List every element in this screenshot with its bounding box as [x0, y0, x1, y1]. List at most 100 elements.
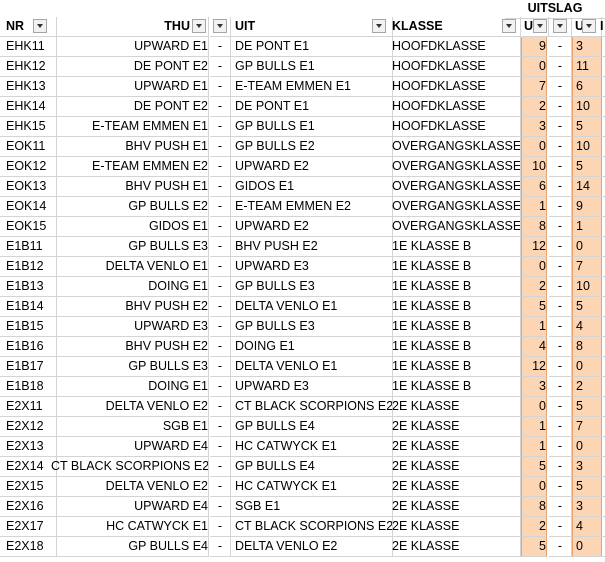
filter-dropdown-icon[interactable] [502, 19, 516, 33]
separator-cell[interactable]: - [210, 317, 231, 337]
uit-cell[interactable]: UPWARD E3 [231, 377, 393, 397]
thuis-cell[interactable]: DELTA VENLO E2 [51, 477, 209, 497]
score-home-cell[interactable]: 1 [521, 437, 547, 457]
nr-cell[interactable]: E2X16 [0, 497, 57, 517]
separator-cell[interactable]: - [210, 437, 231, 457]
nr-cell[interactable]: E1B13 [0, 277, 57, 297]
klasse-cell[interactable]: HOOFDKLASSE [389, 57, 521, 77]
score-home-cell[interactable]: 0 [521, 397, 547, 417]
klasse-cell[interactable]: 2E KLASSE [389, 397, 521, 417]
extra-cell[interactable] [600, 477, 605, 497]
score-home-cell[interactable]: 3 [521, 117, 547, 137]
klasse-cell[interactable]: HOOFDKLASSE [389, 117, 521, 137]
score-dash-cell[interactable]: - [549, 537, 572, 557]
score-away-cell[interactable]: 1 [572, 217, 602, 237]
score-home-cell[interactable]: 8 [521, 497, 547, 517]
score-away-cell[interactable]: 5 [572, 117, 602, 137]
score-home-cell[interactable]: 2 [521, 97, 547, 117]
score-dash-cell[interactable]: - [549, 57, 572, 77]
extra-cell[interactable] [600, 337, 605, 357]
thuis-cell[interactable]: GIDOS E1 [51, 217, 209, 237]
score-home-cell[interactable]: 9 [521, 37, 547, 57]
uit-cell[interactable]: GP BULLS E4 [231, 417, 393, 437]
nr-cell[interactable]: E2X13 [0, 437, 57, 457]
score-home-cell[interactable]: 0 [521, 257, 547, 277]
score-dash-cell[interactable]: - [549, 517, 572, 537]
separator-cell[interactable]: - [210, 357, 231, 377]
score-dash-cell[interactable]: - [549, 277, 572, 297]
score-dash-cell[interactable]: - [549, 417, 572, 437]
uit-cell[interactable]: UPWARD E2 [231, 217, 393, 237]
thuis-cell[interactable]: UPWARD E1 [51, 77, 209, 97]
nr-cell[interactable]: E2X18 [0, 537, 57, 557]
score-home-cell[interactable]: 0 [521, 477, 547, 497]
klasse-cell[interactable]: 2E KLASSE [389, 457, 521, 477]
score-dash-cell[interactable]: - [549, 37, 572, 57]
klasse-cell[interactable]: 2E KLASSE [389, 417, 521, 437]
separator-cell[interactable]: - [210, 497, 231, 517]
score-home-cell[interactable]: 0 [521, 57, 547, 77]
uit-cell[interactable]: E-TEAM EMMEN E1 [231, 77, 393, 97]
separator-cell[interactable]: - [210, 37, 231, 57]
extra-cell[interactable] [600, 517, 605, 537]
uit-cell[interactable]: GP BULLS E2 [231, 137, 393, 157]
nr-cell[interactable]: EHK14 [0, 97, 57, 117]
uit-cell[interactable]: GIDOS E1 [231, 177, 393, 197]
nr-cell[interactable]: E1B11 [0, 237, 57, 257]
klasse-cell[interactable]: 1E KLASSE B [389, 257, 521, 277]
thuis-cell[interactable]: DE PONT E2 [51, 57, 209, 77]
separator-cell[interactable]: - [210, 477, 231, 497]
separator-cell[interactable]: - [210, 297, 231, 317]
nr-cell[interactable]: EHK12 [0, 57, 57, 77]
score-dash-cell[interactable]: - [549, 237, 572, 257]
klasse-cell[interactable]: 1E KLASSE B [389, 337, 521, 357]
score-dash-cell[interactable]: - [549, 197, 572, 217]
extra-cell[interactable] [600, 497, 605, 517]
uit-cell[interactable]: SGB E1 [231, 497, 393, 517]
score-away-cell[interactable]: 5 [572, 397, 602, 417]
klasse-cell[interactable]: 1E KLASSE B [389, 237, 521, 257]
nr-cell[interactable]: E1B17 [0, 357, 57, 377]
score-dash-cell[interactable]: - [549, 157, 572, 177]
separator-cell[interactable]: - [210, 337, 231, 357]
score-away-cell[interactable]: 5 [572, 157, 602, 177]
thuis-cell[interactable]: DOING E1 [51, 377, 209, 397]
uit-cell[interactable]: GP BULLS E3 [231, 277, 393, 297]
score-away-cell[interactable]: 6 [572, 77, 602, 97]
thuis-cell[interactable]: UPWARD E1 [51, 37, 209, 57]
thuis-cell[interactable]: BHV PUSH E2 [51, 337, 209, 357]
score-away-cell[interactable]: 10 [572, 137, 602, 157]
nr-cell[interactable]: E2X15 [0, 477, 57, 497]
klasse-cell[interactable]: OVERGANGSKLASSE [389, 157, 521, 177]
uit-cell[interactable]: UPWARD E3 [231, 257, 393, 277]
klasse-cell[interactable]: HOOFDKLASSE [389, 97, 521, 117]
klasse-cell[interactable]: 1E KLASSE B [389, 277, 521, 297]
score-away-cell[interactable]: 4 [572, 517, 602, 537]
separator-cell[interactable]: - [210, 137, 231, 157]
thuis-cell[interactable]: BHV PUSH E1 [51, 177, 209, 197]
thuis-cell[interactable]: BHV PUSH E1 [51, 137, 209, 157]
extra-cell[interactable] [600, 217, 605, 237]
klasse-cell[interactable]: 2E KLASSE [389, 437, 521, 457]
nr-cell[interactable]: EHK15 [0, 117, 57, 137]
column-header-dash[interactable] [549, 17, 572, 37]
score-away-cell[interactable]: 3 [572, 37, 602, 57]
thuis-cell[interactable]: SGB E1 [51, 417, 209, 437]
score-away-cell[interactable]: 3 [572, 457, 602, 477]
thuis-cell[interactable]: BHV PUSH E2 [51, 297, 209, 317]
uit-cell[interactable]: BHV PUSH E2 [231, 237, 393, 257]
separator-cell[interactable]: - [210, 97, 231, 117]
extra-cell[interactable] [600, 537, 605, 557]
thuis-cell[interactable]: GP BULLS E2 [51, 197, 209, 217]
score-dash-cell[interactable]: - [549, 177, 572, 197]
extra-cell[interactable] [600, 57, 605, 77]
separator-cell[interactable]: - [210, 117, 231, 137]
score-home-cell[interactable]: 5 [521, 297, 547, 317]
nr-cell[interactable]: EHK11 [0, 37, 57, 57]
filter-dropdown-icon[interactable] [582, 19, 596, 33]
thuis-cell[interactable]: UPWARD E4 [51, 437, 209, 457]
extra-cell[interactable] [600, 157, 605, 177]
uit-cell[interactable]: DELTA VENLO E2 [231, 537, 393, 557]
extra-cell[interactable] [600, 177, 605, 197]
uit-cell[interactable]: UPWARD E2 [231, 157, 393, 177]
